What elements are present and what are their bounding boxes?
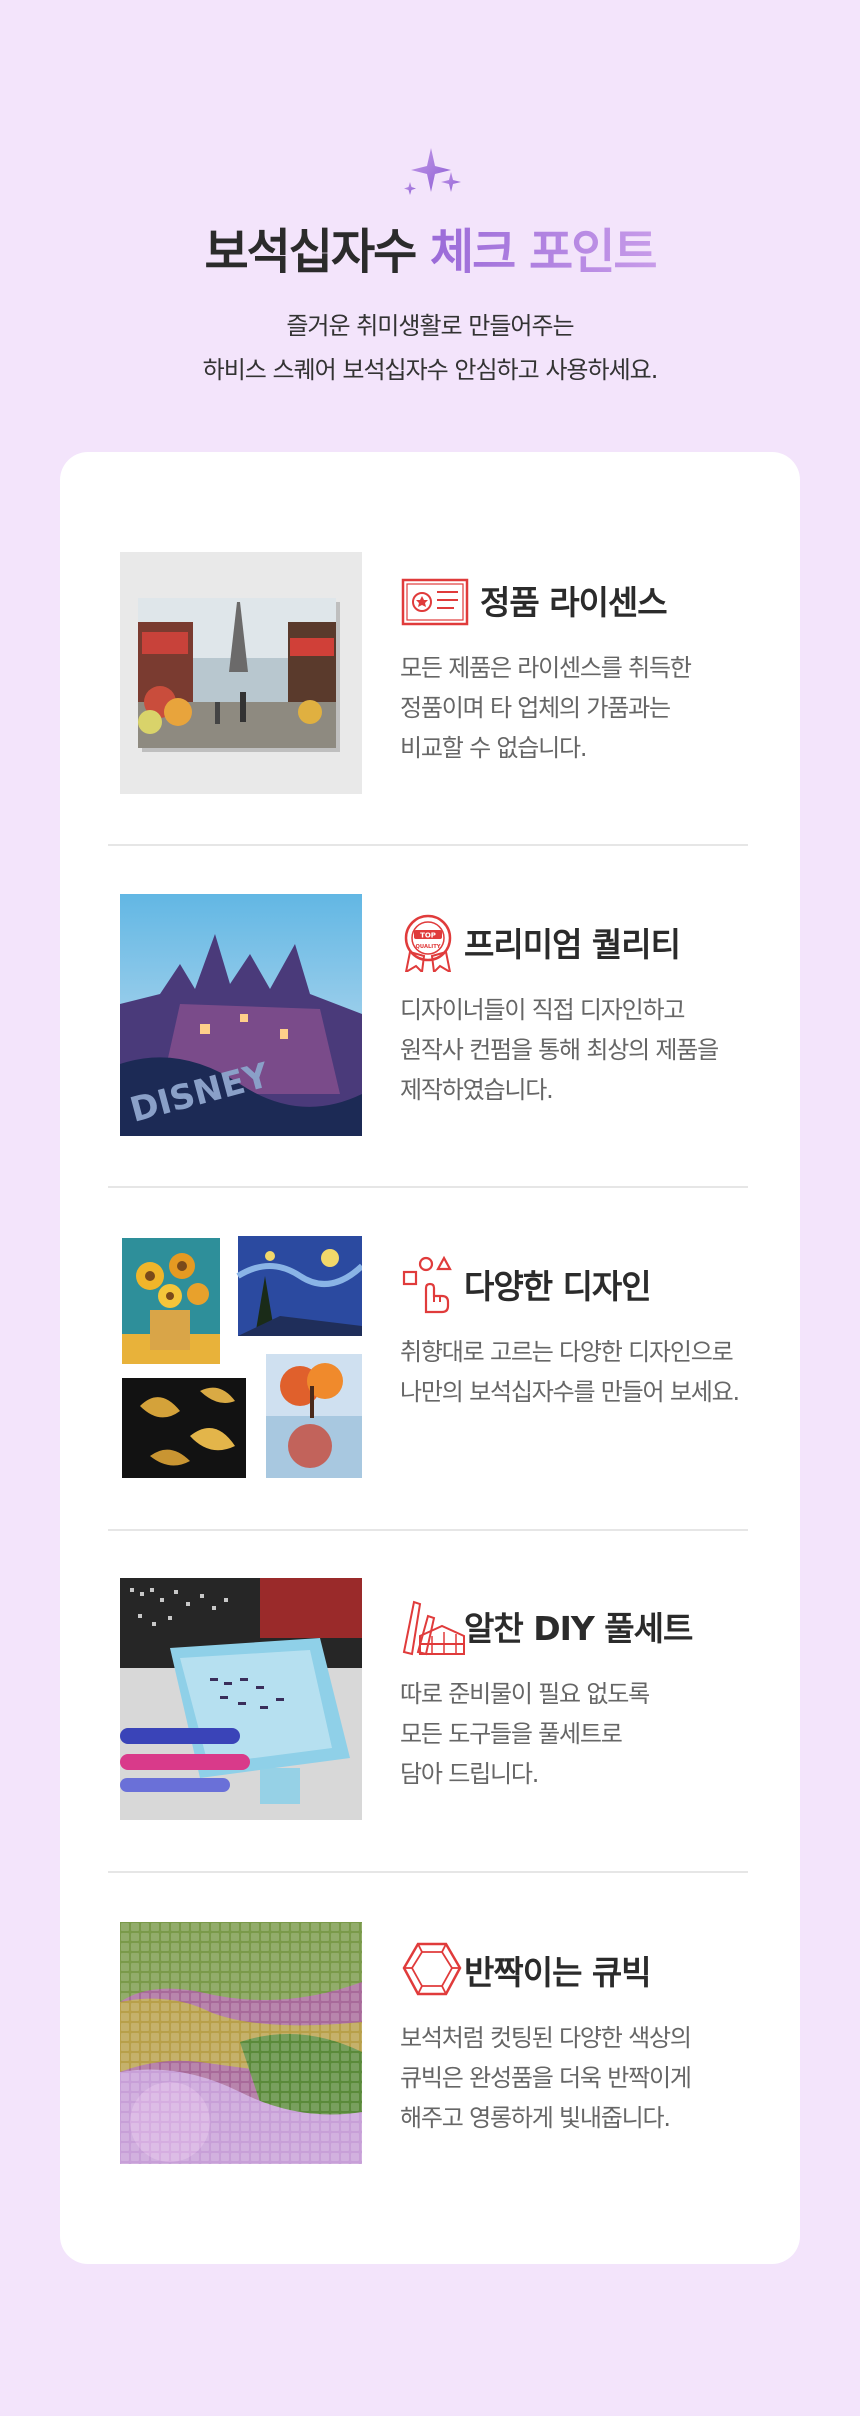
feature-desc-line: 원작사 컨펌을 통해 최상의 제품을 [400,1036,719,1064]
feature-desc-line: 해주고 영롱하게 빛내줍니다. [400,2104,671,2132]
feature-title: 다양한 디자인 [464,1267,652,1306]
divider [108,1186,748,1188]
design-collage-image [120,1236,362,1478]
license-certificate-icon [401,578,469,626]
feature-item-cubic: 반짝이는 큐빅 보석처럼 컷팅된 다양한 색상의 큐빅은 완성품을 더욱 반짝이… [120,1922,750,2264]
diy-tools-image [120,1578,362,1820]
feature-description: 따로 준비물이 필요 없도록 모든 도구들을 풀세트로 담아 드립니다. [400,1674,650,1794]
feature-item-design: 다양한 디자인 취향대로 고르는 다양한 디자인으로 나만의 보석십자수를 만들… [120,1236,750,1578]
feature-desc-line: 정품이며 타 업체의 가품과는 [400,694,671,722]
hero-section: 보석십자수 체크 포인트 즐거운 취미생활로 만들어주는 하비스 스퀘어 보석십… [0,0,860,452]
sparkle-icon [404,148,461,195]
feature-title: 반짝이는 큐빅 [464,1953,652,1992]
page-title: 보석십자수 체크 포인트 [0,212,860,282]
page-title-accent: 체크 포인트 [430,224,658,280]
feature-desc-line: 비교할 수 없습니다. [400,734,588,762]
subtitle-line-2: 하비스 스퀘어 보석십자수 안심하고 사용하세요. [202,356,659,384]
feature-description: 보석처럼 컷팅된 다양한 색상의 큐빅은 완성품을 더욱 반짝이게 해주고 영롱… [400,2018,692,2138]
feature-title: 알찬 DIY 풀세트 [464,1609,693,1648]
sparkling-beads-image [120,1922,362,2164]
divider [108,844,748,846]
hand-pointer-options-icon [402,1255,452,1314]
feature-description: 디자이너들이 직접 디자인하고 원작사 컨펌을 통해 최상의 제품을 제작하였습… [400,990,719,1110]
feature-desc-line: 담아 드립니다. [400,1760,539,1788]
feature-desc-line: 큐빅은 완성품을 더욱 반짝이게 [400,2064,692,2092]
badge-quality-text: QUALITY [415,944,440,950]
diy-tools-icon [402,1600,465,1656]
feature-description: 취향대로 고르는 다양한 디자인으로 나만의 보석십자수를 만들어 보세요. [400,1332,740,1412]
paris-street-image [120,552,362,794]
top-quality-badge-icon: TOP QUALITY [404,914,452,972]
feature-desc-line: 디자이너들이 직접 디자인하고 [400,996,686,1024]
feature-desc-line: 취향대로 고르는 다양한 디자인으로 [400,1338,734,1366]
feature-desc-line: 모든 도구들을 풀세트로 [400,1720,623,1748]
feature-desc-line: 보석처럼 컷팅된 다양한 색상의 [400,2024,692,2052]
feature-desc-line: 나만의 보석십자수를 만들어 보세요. [400,1378,740,1406]
feature-desc-line: 모든 제품은 라이센스를 취득한 [400,654,692,682]
page-title-main: 보석십자수 [204,224,417,280]
feature-title: 정품 라이센스 [480,583,668,622]
disney-castle-image: DISNEY [120,894,362,1136]
feature-item-license: 정품 라이센스 모든 제품은 라이센스를 취득한 정품이며 타 업체의 가품과는… [120,552,750,894]
badge-top-text: TOP [420,932,436,940]
feature-item-quality: DISNEY TOP QUALITY 프리미엄 퀄리티 디자이너들이 직접 디자… [120,894,750,1236]
feature-item-diy: 알찬 DIY 풀세트 따로 준비물이 필요 없도록 모든 도구들을 풀세트로 담… [120,1578,750,1920]
check-point-card: 정품 라이센스 모든 제품은 라이센스를 취득한 정품이며 타 업체의 가품과는… [60,452,800,2264]
subtitle-line-1: 즐거운 취미생활로 만들어주는 [286,312,574,340]
feature-desc-line: 제작하였습니다. [400,1076,554,1104]
divider [108,1871,748,1873]
divider [108,1529,748,1531]
feature-title: 프리미엄 퀄리티 [464,925,681,964]
feature-description: 모든 제품은 라이센스를 취득한 정품이며 타 업체의 가품과는 비교할 수 없… [400,648,692,768]
gem-cubic-icon [402,1942,462,1996]
feature-desc-line: 따로 준비물이 필요 없도록 [400,1680,650,1708]
